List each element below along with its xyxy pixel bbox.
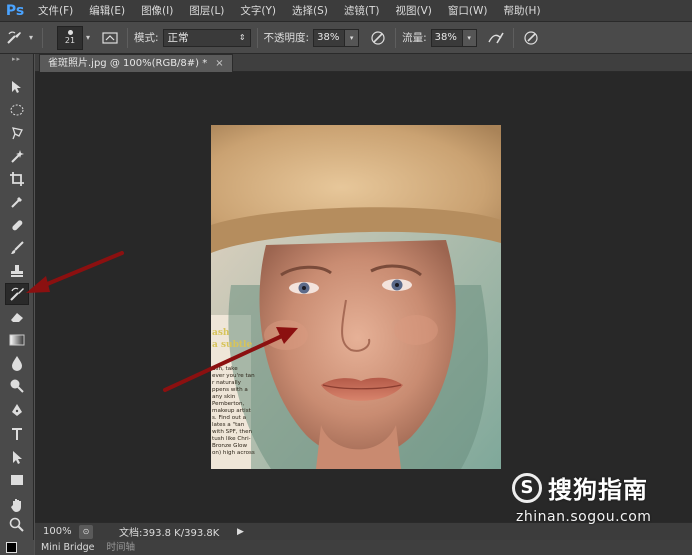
magazine-body-line-7: makeup artist — [212, 408, 252, 414]
magazine-body-line-3: r naturally — [212, 380, 242, 386]
bottom-panel-tabs: Mini Bridge 时间轴 — [35, 540, 692, 555]
hand-icon[interactable] — [5, 494, 29, 516]
brush-preset-picker[interactable]: 21 — [57, 25, 83, 50]
menu-select[interactable]: 选择(S) — [284, 0, 336, 22]
menu-layer[interactable]: 图层(L) — [181, 0, 232, 22]
document-tab-title: 雀斑照片.jpg @ 100%(RGB/8#) * — [48, 58, 208, 69]
menu-image[interactable]: 图像(I) — [133, 0, 181, 22]
zoom-icon[interactable] — [5, 514, 29, 536]
watermark-url: zhinan.sogou.com — [516, 509, 652, 525]
menu-bar: Ps 文件(F) 编辑(E) 图像(I) 图层(L) 文字(Y) 选择(S) 滤… — [0, 0, 692, 22]
opacity-label: 不透明度: — [263, 32, 310, 44]
menu-type[interactable]: 文字(Y) — [232, 0, 284, 22]
pen-icon[interactable] — [5, 400, 29, 422]
separator — [256, 27, 258, 48]
tab-timeline[interactable]: 时间轴 — [100, 540, 141, 555]
watermark-brand: 搜狗指南 — [548, 476, 648, 504]
sogou-watermark: S 搜狗指南 zhinan.sogou.com — [512, 470, 682, 530]
history-brush-icon[interactable] — [5, 283, 29, 305]
type-icon[interactable] — [5, 423, 29, 445]
status-menu-arrow-icon[interactable]: ▶ — [237, 527, 244, 537]
magazine-body-line-12: Bronze Glow — [212, 443, 247, 449]
menu-view[interactable]: 视图(V) — [387, 0, 439, 22]
magazine-heading-line-2: a subtle — [212, 340, 252, 350]
eyedropper-icon[interactable] — [5, 191, 29, 213]
tab-mini-bridge[interactable]: Mini Bridge — [35, 540, 100, 555]
portrait-image: ash a subtle ush, take ever you're tan r… — [211, 125, 501, 469]
menu-file[interactable]: 文件(F) — [30, 0, 81, 22]
brush-dropdown-icon[interactable]: ▾ — [83, 26, 93, 50]
move-icon[interactable] — [5, 76, 29, 98]
magazine-body-line-13: on) high across — [212, 450, 255, 456]
mode-label: 模式: — [134, 32, 159, 44]
mode-select[interactable]: 正常 ⇕ — [162, 28, 251, 47]
menu-edit[interactable]: 编辑(E) — [81, 0, 133, 22]
brush-size-value: 21 — [64, 36, 76, 45]
brush-icon[interactable] — [5, 237, 29, 259]
pressure-size-icon[interactable] — [520, 27, 542, 49]
history-brush-tool-preset-icon[interactable] — [4, 27, 26, 49]
menu-filter[interactable]: 滤镜(T) — [336, 0, 388, 22]
sogou-logo-icon: S — [512, 472, 542, 503]
status-info-icon[interactable]: ⊙ — [79, 524, 93, 539]
pressure-opacity-icon[interactable] — [367, 27, 389, 49]
magazine-body-line-6: Pemberton, — [212, 401, 245, 407]
panel-grip-icon[interactable]: ▸▸ — [0, 54, 33, 64]
document-tab-bar: 雀斑照片.jpg @ 100%(RGB/8#) * × — [35, 54, 692, 72]
close-icon[interactable]: × — [215, 58, 223, 69]
foreground-color-swatch[interactable] — [6, 542, 17, 553]
opacity-field[interactable]: 38% — [313, 28, 346, 47]
magazine-body-line-4: ppens with a — [212, 387, 248, 393]
magazine-body-line-5: any skin — [212, 394, 236, 400]
separator — [395, 27, 397, 48]
document-tab[interactable]: 雀斑照片.jpg @ 100%(RGB/8#) * × — [39, 54, 233, 72]
magazine-body-line-1: ush, take — [212, 366, 238, 372]
crop-icon[interactable] — [5, 168, 29, 190]
document-info: 文档:393.8 K/393.8K — [119, 528, 220, 539]
tool-preset-dropdown-icon[interactable]: ▾ — [26, 26, 36, 50]
color-swatch-area — [0, 540, 34, 555]
eraser-icon[interactable] — [5, 306, 29, 328]
dodge-icon[interactable] — [5, 375, 29, 397]
mode-value: 正常 — [167, 32, 189, 44]
menu-window[interactable]: 窗口(W) — [440, 0, 496, 22]
separator — [512, 27, 514, 48]
flow-field[interactable]: 38% — [430, 28, 463, 47]
lasso-icon[interactable] — [5, 122, 29, 144]
blur-icon[interactable] — [5, 352, 29, 374]
options-bar: ▾ 21 ▾ 模式: 正常 ⇕ 不透明度: 38% ▾ 流量: 38% ▾ — [0, 22, 692, 54]
magazine-body-line-11: tush like Chri- — [212, 436, 251, 442]
separator — [42, 27, 43, 48]
magazine-body-line-2: ever you're tan — [212, 373, 255, 379]
magic-wand-icon[interactable] — [5, 145, 29, 167]
flow-dropdown-icon[interactable]: ▾ — [462, 28, 477, 47]
flow-label: 流量: — [402, 32, 427, 44]
healing-brush-icon[interactable] — [5, 214, 29, 236]
separator — [127, 27, 128, 48]
airbrush-icon[interactable] — [485, 27, 507, 49]
brush-panel-toggle-icon[interactable] — [99, 27, 121, 49]
brush-tip-icon — [67, 30, 73, 35]
rectangle-icon[interactable] — [5, 469, 29, 491]
magazine-heading-line-1: ash — [212, 328, 230, 338]
magazine-body-line-10: with SPF, then — [212, 429, 253, 435]
magazine-body-line-9: lates a "tan — [212, 422, 245, 428]
photoshop-logo: Ps — [5, 2, 25, 19]
magazine-body-line-8: s. Find out a — [212, 415, 246, 421]
marquee-icon[interactable] — [5, 99, 29, 121]
opacity-dropdown-icon[interactable]: ▾ — [345, 28, 360, 47]
zoom-level[interactable]: 100% — [35, 526, 75, 537]
clone-stamp-icon[interactable] — [5, 260, 29, 282]
tools-panel: ▸▸ — [0, 54, 34, 540]
gradient-icon[interactable] — [5, 329, 29, 351]
document-photo[interactable]: ash a subtle ush, take ever you're tan r… — [211, 125, 501, 469]
canvas-area[interactable]: ash a subtle ush, take ever you're tan r… — [35, 72, 692, 522]
path-select-icon[interactable] — [5, 446, 29, 468]
menu-help[interactable]: 帮助(H) — [495, 0, 548, 22]
select-updown-icon: ⇕ — [238, 33, 246, 42]
